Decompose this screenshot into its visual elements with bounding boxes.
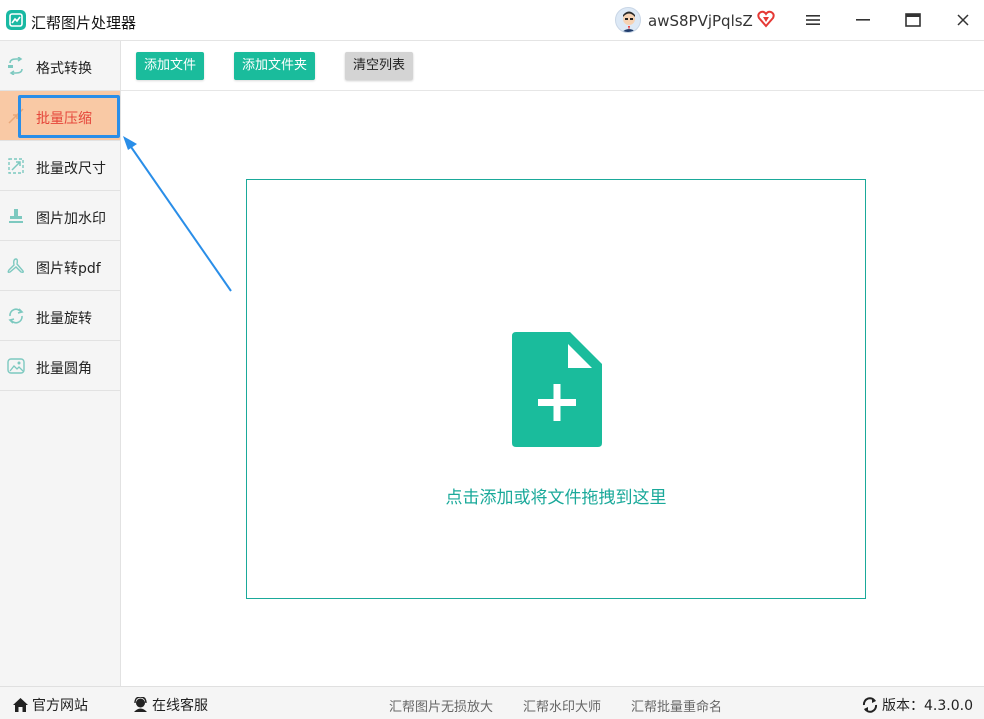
minimize-button[interactable]: [848, 6, 878, 34]
sidebar-item-batch-compress[interactable]: 批量压缩: [0, 91, 120, 141]
sidebar-item-label: 图片转pdf: [36, 261, 101, 277]
drop-zone-hint: 点击添加或将文件拖拽到这里: [445, 488, 667, 508]
support-agent-icon: [134, 697, 147, 712]
online-support-link[interactable]: 在线客服: [132, 695, 208, 715]
maximize-icon: [905, 13, 921, 27]
sidebar-item-to-pdf[interactable]: 图片转pdf: [0, 241, 120, 291]
refresh-icon: [862, 697, 878, 713]
rotate-icon: [8, 308, 24, 324]
sidebar-item-label: 图片加水印: [36, 211, 106, 227]
add-file-button[interactable]: 添加文件: [136, 52, 205, 80]
sidebar-item-format-convert[interactable]: 格式转换: [0, 41, 120, 91]
add-folder-button[interactable]: 添加文件夹: [234, 52, 316, 80]
resize-icon: [8, 158, 24, 174]
vip-heart-icon[interactable]: [757, 10, 775, 28]
watermark-icon: [9, 209, 23, 223]
menu-button[interactable]: [798, 6, 828, 34]
sidebar-item-label: 批量改尺寸: [36, 161, 106, 177]
online-support-label: 在线客服: [152, 698, 208, 714]
close-button[interactable]: [948, 6, 978, 34]
close-icon: [957, 14, 969, 26]
sidebar-item-label: 批量压缩: [36, 111, 92, 127]
format-convert-icon: [8, 57, 23, 75]
home-icon: [13, 698, 28, 712]
app-title: 汇帮图片处理器: [31, 14, 137, 32]
app-window: 汇帮图片处理器 awS8PVjPqlsZ 格式转换 批量压缩 批量改尺寸 图片加…: [0, 0, 984, 719]
version-info[interactable]: 版本：4.3.0.0: [862, 695, 973, 715]
title-bar: 汇帮图片处理器 awS8PVjPqlsZ: [0, 0, 984, 41]
official-website-label: 官方网站: [32, 698, 88, 714]
add-file-icon: [512, 332, 602, 447]
promo-link-watermark[interactable]: 汇帮水印大师: [523, 696, 601, 715]
sidebar-item-label: 格式转换: [36, 61, 92, 77]
sidebar-item-watermark[interactable]: 图片加水印: [0, 191, 120, 241]
toolbar: 添加文件 添加文件夹 清空列表: [121, 41, 984, 91]
pointer-arrow: [123, 136, 232, 292]
minimize-icon: [856, 19, 870, 21]
sidebar-item-label: 批量圆角: [36, 361, 92, 377]
sidebar: 格式转换 批量压缩 批量改尺寸 图片加水印 图片转pdf 批量旋转 批量圆角: [0, 41, 121, 686]
promo-link-rename[interactable]: 汇帮批量重命名: [631, 696, 722, 715]
rounded-corner-icon: [7, 358, 25, 374]
sidebar-item-batch-resize[interactable]: 批量改尺寸: [0, 141, 120, 191]
maximize-button[interactable]: [898, 6, 928, 34]
file-drop-zone[interactable]: 点击添加或将文件拖拽到这里: [246, 179, 866, 599]
pdf-icon: [7, 258, 24, 274]
avatar[interactable]: [615, 7, 641, 33]
promo-link-upscale[interactable]: 汇帮图片无损放大: [389, 696, 493, 715]
official-website-link[interactable]: 官方网站: [12, 695, 88, 715]
compress-icon: [8, 108, 24, 124]
username[interactable]: awS8PVjPqlsZ: [648, 12, 753, 30]
status-bar: 官方网站 在线客服 汇帮图片无损放大 汇帮水印大师 汇帮批量重命名 版本：4.3…: [0, 686, 984, 719]
sidebar-item-label: 批量旋转: [36, 311, 92, 327]
clear-list-button[interactable]: 清空列表: [345, 52, 414, 80]
sidebar-item-rounded-corners[interactable]: 批量圆角: [0, 341, 120, 391]
app-logo-icon: [6, 10, 26, 30]
menu-icon: [806, 15, 820, 25]
version-label: 版本：4.3.0.0: [882, 698, 973, 714]
sidebar-item-batch-rotate[interactable]: 批量旋转: [0, 291, 120, 341]
